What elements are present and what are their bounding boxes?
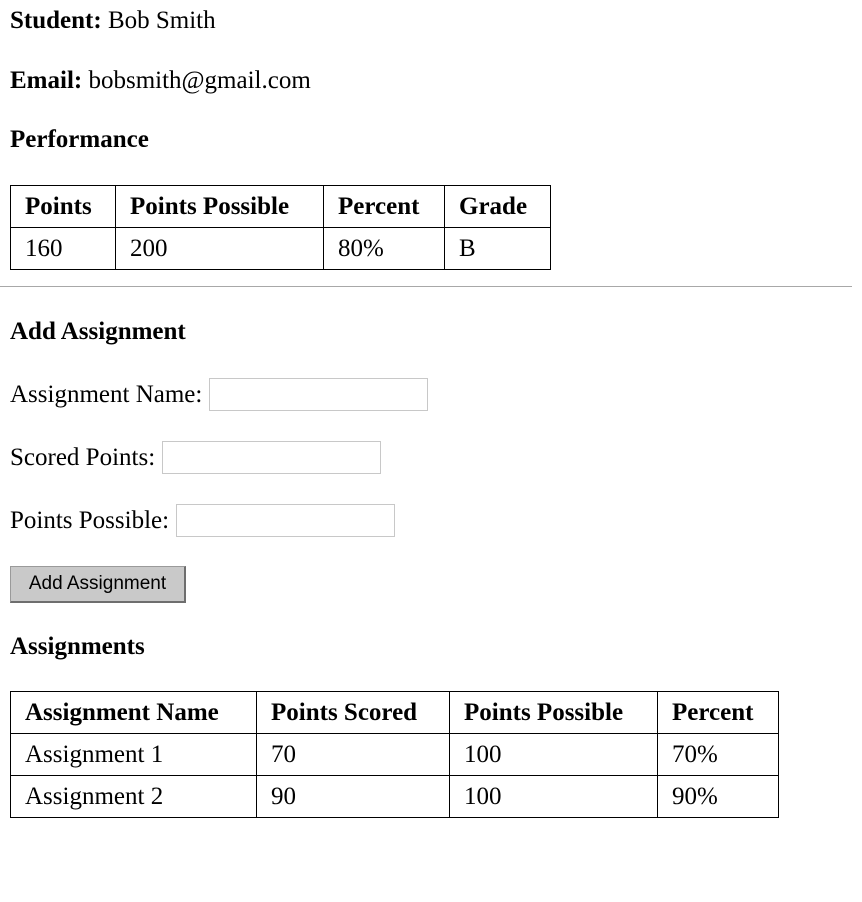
- points-possible-cell: 100: [449, 733, 658, 776]
- assignment-name-label: Assignment Name:: [10, 380, 203, 408]
- performance-points: 160: [10, 227, 116, 270]
- section-divider: [0, 286, 852, 287]
- scored-points-label: Scored Points:: [10, 443, 156, 471]
- points-possible-input[interactable]: [176, 504, 396, 537]
- performance-heading: Performance: [10, 126, 149, 153]
- performance-header-row: Points Points Possible Percent Grade: [10, 185, 551, 228]
- assignment-name-cell: Assignment 1: [10, 733, 257, 776]
- points-possible-row: Points Possible:: [10, 504, 396, 537]
- performance-row: 160 200 80% B: [10, 227, 551, 270]
- percent-cell: 70%: [657, 733, 779, 776]
- performance-header-percent: Percent: [323, 185, 445, 228]
- scored-points-row: Scored Points:: [10, 441, 382, 474]
- table-row: Assignment 1 70 100 70%: [10, 733, 779, 776]
- student-name: Bob Smith: [107, 7, 216, 34]
- points-possible-cell: 100: [449, 775, 658, 818]
- percent-cell: 90%: [657, 775, 779, 818]
- add-assignment-heading: Add Assignment: [10, 318, 186, 345]
- points-scored-cell: 70: [256, 733, 450, 776]
- performance-grade: B: [444, 227, 551, 270]
- table-row: Assignment 2 90 100 90%: [10, 775, 779, 818]
- assignment-name-cell: Assignment 2: [10, 775, 257, 818]
- performance-percent: 80%: [323, 227, 445, 270]
- performance-table: Points Points Possible Percent Grade 160…: [10, 185, 551, 270]
- email-value: bobsmith@gmail.com: [88, 67, 311, 94]
- student-label: Student:: [10, 7, 102, 34]
- assignments-header-points-scored: Points Scored: [256, 691, 450, 734]
- email-line: Email: bobsmith@gmail.com: [10, 66, 311, 96]
- performance-header-points: Points: [10, 185, 116, 228]
- points-scored-cell: 90: [256, 775, 450, 818]
- assignment-name-row: Assignment Name:: [10, 378, 429, 411]
- assignments-header-name: Assignment Name: [10, 691, 257, 734]
- performance-points-possible: 200: [115, 227, 324, 270]
- performance-header-grade: Grade: [444, 185, 551, 228]
- assignments-table: Assignment Name Points Scored Points Pos…: [10, 691, 779, 818]
- assignments-header-percent: Percent: [657, 691, 779, 734]
- assignment-name-input[interactable]: [209, 378, 429, 411]
- assignments-header-row: Assignment Name Points Scored Points Pos…: [10, 691, 779, 734]
- scored-points-input[interactable]: [162, 441, 382, 474]
- points-possible-label: Points Possible:: [10, 506, 170, 534]
- email-label: Email:: [10, 67, 83, 94]
- assignments-header-points-possible: Points Possible: [449, 691, 658, 734]
- add-assignment-button[interactable]: Add Assignment: [10, 566, 186, 603]
- assignments-heading: Assignments: [10, 633, 145, 660]
- student-line: Student: Bob Smith: [10, 6, 216, 36]
- performance-header-points-possible: Points Possible: [115, 185, 324, 228]
